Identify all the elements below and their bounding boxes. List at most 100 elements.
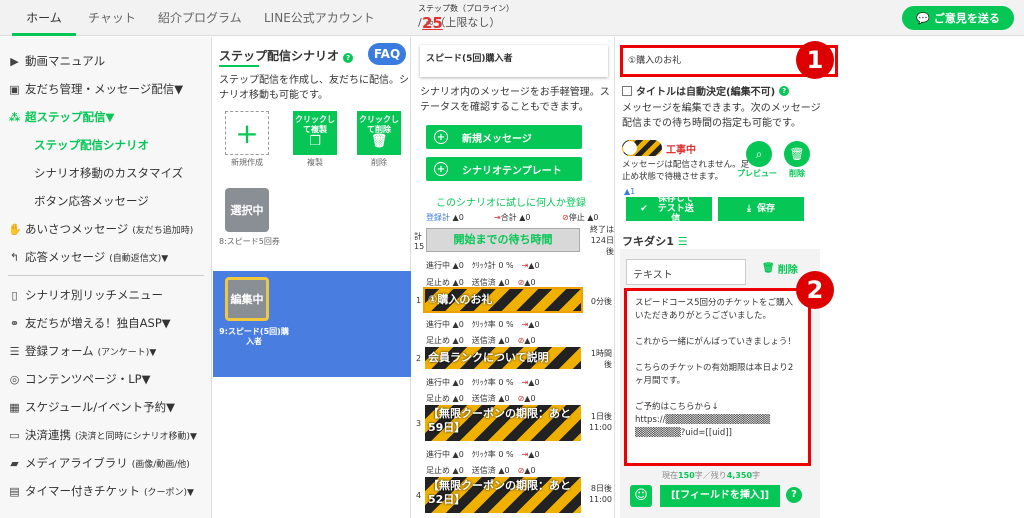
message-timing: 1時間後 <box>590 349 612 369</box>
checkbox-icon <box>622 85 632 96</box>
step-count-value[interactable]: 25 <box>422 14 443 32</box>
save-button[interactable]: ⤓ 保存 <box>718 197 804 221</box>
sidebar-item-rich-menu[interactable]: ▯ シナリオ別リッチメニュー <box>8 287 163 303</box>
message-item[interactable]: 【無限クーポンの期限：あと59日】 <box>425 405 581 441</box>
annotation-badge-1: 1 <box>796 41 834 79</box>
copy-button[interactable]: クリックして複製 ❐ <box>293 111 337 155</box>
handshake-icon: ⚭ <box>9 316 20 330</box>
top-bar: ホーム チャット 紹介プログラム LINE公式アカウント ステップ数（プロライン… <box>0 0 1024 36</box>
help-icon[interactable]: ? <box>343 53 354 63</box>
list-icon: ☰ <box>9 344 20 358</box>
timeline-panel: スピード(5回)購入者 シナリオ内のメッセージをお手軽管理。ステータスを確認する… <box>412 37 615 518</box>
scenario-panel-title: ステップ配信シナリオ ? <box>219 47 354 64</box>
message-item[interactable]: 【無限クーポンの期限：あと52日】 <box>425 477 581 513</box>
tab-home[interactable]: ホーム <box>12 0 76 36</box>
plus-icon: + <box>434 130 448 144</box>
tab-line-account[interactable]: LINE公式アカウント <box>264 0 375 36</box>
user-count: ▲1 <box>624 187 636 196</box>
folder-icon: ▰ <box>10 456 19 470</box>
sidebar-item-auto-reply[interactable]: ↰ 応答メッセージ (自動返信文)▼ <box>8 249 168 265</box>
drag-handle-icon[interactable]: ☰ <box>678 235 688 248</box>
plus-icon: + <box>434 162 448 176</box>
globe-icon: ◎ <box>9 372 20 386</box>
template-button[interactable]: + シナリオテンプレート <box>426 157 582 181</box>
message-timing: 0分後 <box>590 297 612 306</box>
scenario-card-editing[interactable]: 編集中 <box>225 277 269 321</box>
tab-referral[interactable]: 紹介プログラム <box>158 0 242 36</box>
sidebar: ▶ 動画マニュアル ▣ 友だち管理・メッセージ配信▼ ⁂ 超ステップ配信▼ ステップ配… <box>0 37 212 518</box>
step-count: ステップ数（プロライン） 25 / ∞（上限なし） <box>418 3 514 32</box>
sidebar-item-schedule[interactable]: ▦ スケジュール/イベント予約▼ <box>8 399 175 415</box>
tab-chat[interactable]: チャット <box>88 0 136 36</box>
sidebar-item-button-reply[interactable]: ボタン応答メッセージ <box>34 193 149 209</box>
sidebar-item-asp[interactable]: ⚭ 友だちが増える！独自ASP▼ <box>8 315 171 331</box>
add-scenario-button[interactable]: + <box>225 111 269 155</box>
total-days: 計 15 <box>414 232 425 251</box>
status-label: 工事中 <box>666 145 696 156</box>
delete-message-button[interactable]: 🗑 <box>784 141 810 167</box>
sidebar-item-step-scenario[interactable]: ステップ配信シナリオ <box>34 137 149 153</box>
video-icon: ▶ <box>10 54 19 68</box>
scenario-card-selected[interactable]: 選択中 <box>225 188 269 232</box>
sidebar-item-form[interactable]: ☰ 登録フォーム (アンケート)▼ <box>8 343 157 359</box>
hand-icon: ✋ <box>8 222 22 236</box>
bubble-heading: フキダシ1 ☰ <box>622 235 688 248</box>
sidebar-item-video-manual[interactable]: ▶ 動画マニュアル <box>8 53 105 69</box>
sidebar-item-scenario-move[interactable]: シナリオ移動のカスタマイズ <box>34 165 183 181</box>
emoji-button[interactable]: ☺ <box>630 485 652 507</box>
sidebar-divider <box>8 275 204 276</box>
trash-icon: 🗑 <box>370 134 388 149</box>
auto-title-checkbox[interactable]: タイトルは自動決定(編集不可)? <box>622 83 790 98</box>
stat-row: 進行中 ▲0 ｸﾘｯｸ計 0 % ⇥▲0 <box>426 261 540 270</box>
stat-row: 足止め ▲0 送信済 ▲0 ⊘▲0 <box>426 394 536 403</box>
message-number: 4 <box>416 491 422 500</box>
sidebar-item-media[interactable]: ▰ メディアライブラリ (画像/動画/他) <box>8 455 190 471</box>
message-item[interactable]: 会員ランクについて説明 <box>425 347 581 369</box>
sidebar-item-super-step[interactable]: ⁂ 超ステップ配信▼ <box>8 109 114 125</box>
sidebar-item-ticket[interactable]: ▤ タイマー付きチケット (クーポン)▼ <box>8 483 194 499</box>
wait-time-button[interactable]: 開始までの待ち時間 <box>426 228 580 252</box>
status-toggle[interactable] <box>622 140 662 156</box>
scenario-panel: ステップ配信シナリオ ? FAQ ステップ配信を作成し、友だちに配信。シナリオ移… <box>213 37 411 518</box>
editor-desc: メッセージを編集できます。次のメッセージ配信までの待ち時間の指定も可能です。 <box>622 103 821 129</box>
scenario-current-area: 編集中 9:スピード(5回)購入者 <box>213 271 411 377</box>
delete-bubble-button[interactable]: 🗑 削除 <box>762 261 798 276</box>
delete-scenario-button[interactable]: クリックして削除 🗑 <box>357 111 401 155</box>
end-timing: 終了は124日後 <box>590 225 614 256</box>
char-count: 現在150字／残り4,350字 <box>662 471 761 480</box>
stat-row: 足止め ▲0 送信済 ▲0 ⊘▲0 <box>426 466 536 475</box>
sidebar-item-greeting[interactable]: ✋ あいさつメッセージ (友だち追加時) <box>8 221 193 237</box>
help-icon[interactable]: ? <box>779 85 790 96</box>
new-message-button[interactable]: + 新規メッセージ <box>426 125 582 149</box>
save-test-button[interactable]: ✔ 保存して テスト送信 <box>626 194 712 224</box>
reply-icon: ↰ <box>9 250 20 264</box>
text-type-tab[interactable]: テキスト <box>626 259 746 285</box>
feedback-button[interactable]: 💬 ご意見を送る <box>902 6 1014 30</box>
network-icon: ⁂ <box>8 110 21 124</box>
help-icon[interactable]: ? <box>786 487 802 503</box>
message-item-selected[interactable]: ①購入のお礼 <box>423 287 583 313</box>
stat-row: 足止め ▲0 送信済 ▲0 ⊘▲0 <box>426 278 536 287</box>
faq-button[interactable]: FAQ <box>368 43 406 65</box>
magnifier-icon: ⌕ <box>755 146 763 161</box>
try-register-link[interactable]: このシナリオに試しに何人か登録 <box>436 194 586 209</box>
sidebar-item-payment[interactable]: ▭ 決済連携 (決済と同時にシナリオ移動)▼ <box>8 427 197 443</box>
stat-row: 足止め ▲0 送信済 ▲0 ⊘▲0 <box>426 336 536 345</box>
stat-row: 進行中 ▲0 ｸﾘｯｸ率 0 % ⇥▲0 <box>426 320 540 329</box>
sidebar-item-friends[interactable]: ▣ 友だち管理・メッセージ配信▼ <box>8 81 183 97</box>
preview-button[interactable]: ⌕ <box>746 141 772 167</box>
message-body-textarea[interactable]: スピードコース5回分のチケットをご購入いただきありがとうございました。 これから… <box>624 288 811 466</box>
scenario-card-name: 8:スピード5回券 <box>219 237 280 246</box>
delete-message-label: 削除 <box>789 169 805 178</box>
scenario-name: スピード(5回)購入者 <box>420 45 608 77</box>
step-count-label: ステップ数（プロライン） <box>418 4 514 13</box>
copy-label: 複製 <box>307 158 323 167</box>
message-timing: 8日後 11:00 <box>588 484 612 504</box>
stat-stopped: ⊘停止 ▲0 <box>562 213 599 222</box>
message-number: 1 <box>416 296 422 305</box>
insert-field-button[interactable]: [[フィールドを挿入]] <box>660 485 780 507</box>
annotation-badge-2: 2 <box>796 271 834 309</box>
editor-panel: ①購入のお礼 1 タイトルは自動決定(編集不可)? メッセージを編集できます。次… <box>616 37 1024 518</box>
sidebar-item-content-page[interactable]: ◎ コンテンツページ・LP▼ <box>8 371 151 387</box>
stat-row: 進行中 ▲0 ｸﾘｯｸ率 0 % ⇥▲0 <box>426 378 540 387</box>
